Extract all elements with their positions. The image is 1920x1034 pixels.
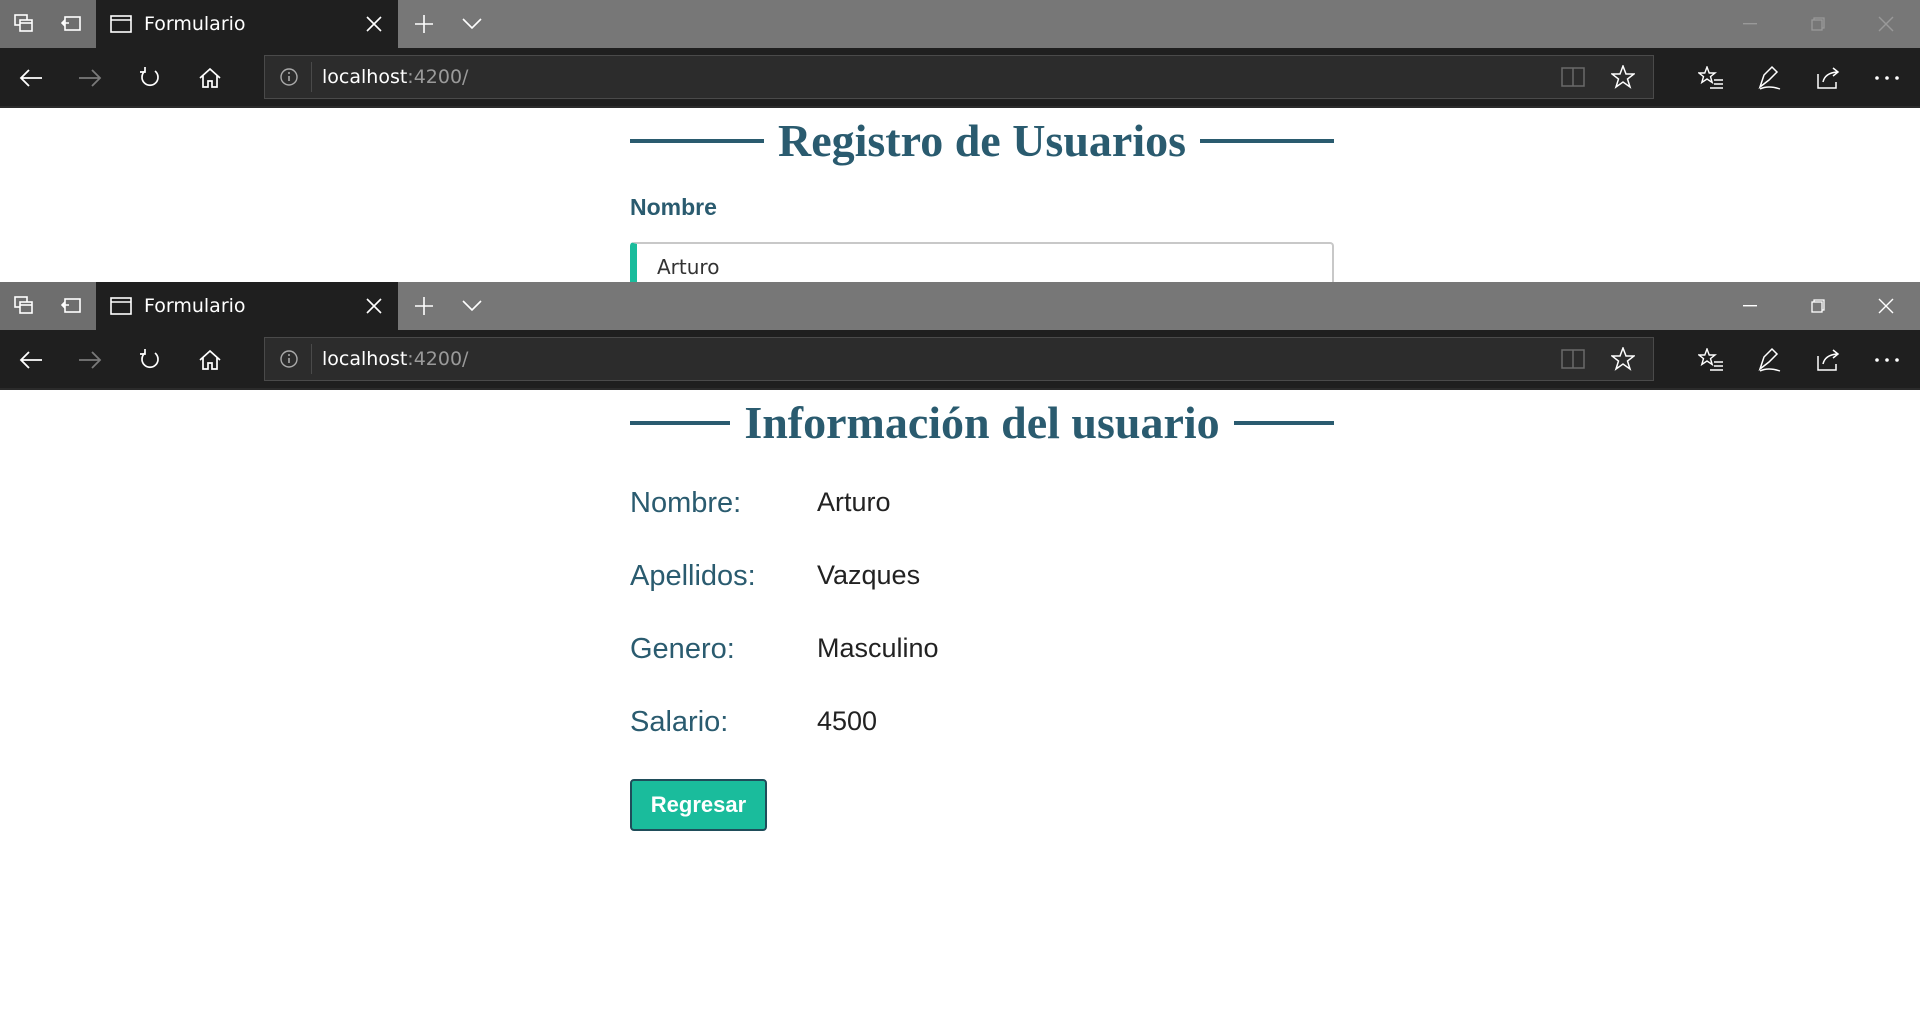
minimize-icon[interactable]: [1716, 0, 1784, 48]
address-separator: [311, 62, 312, 92]
browser-window-bottom: Formulario localhost:4200/ Información d…: [0, 282, 1920, 1034]
favorites-list-icon[interactable]: [1687, 336, 1735, 384]
close-window-icon[interactable]: [1852, 0, 1920, 48]
page-title: Información del usuario: [630, 396, 1334, 449]
page-icon: [110, 295, 132, 317]
title-text: Registro de Usuarios: [777, 115, 1187, 166]
tab-actions-icon[interactable]: [0, 0, 48, 48]
page-title: Registro de Usuarios: [630, 114, 1334, 167]
home-icon[interactable]: [186, 336, 234, 384]
share-icon[interactable]: [1804, 54, 1852, 102]
url-text: localhost:4200/: [322, 66, 469, 88]
back-arrow-icon[interactable]: [7, 336, 55, 384]
title-rule-left: [630, 138, 764, 143]
chevron-down-icon[interactable]: [448, 0, 496, 48]
forward-arrow-icon[interactable]: [66, 336, 114, 384]
nombre-label: Nombre:: [630, 487, 742, 519]
favorites-list-icon[interactable]: [1687, 54, 1735, 102]
star-icon[interactable]: [1609, 345, 1637, 376]
tab-formulario[interactable]: Formulario: [96, 282, 398, 330]
more-icon[interactable]: [1863, 54, 1911, 102]
genero-value: Masculino: [817, 633, 939, 663]
back-arrow-icon[interactable]: [7, 54, 55, 102]
chevron-down-icon[interactable]: [448, 282, 496, 330]
reading-view-icon[interactable]: [1561, 66, 1585, 93]
address-separator: [311, 344, 312, 374]
navigation-bar: localhost:4200/: [0, 330, 1920, 390]
tab-bar: Formulario: [0, 282, 1920, 330]
tab-title: Formulario: [144, 295, 246, 317]
refresh-icon[interactable]: [126, 54, 174, 102]
genero-label: Genero:: [630, 633, 735, 665]
maximize-icon[interactable]: [1784, 0, 1852, 48]
info-icon[interactable]: [279, 67, 299, 87]
regresar-button[interactable]: Regresar: [630, 779, 767, 831]
minimize-icon[interactable]: [1716, 282, 1784, 330]
title-rule-right: [1233, 420, 1334, 425]
close-window-icon[interactable]: [1852, 282, 1920, 330]
nombre-input[interactable]: Arturo: [630, 242, 1334, 282]
close-icon[interactable]: [354, 0, 394, 48]
address-bar[interactable]: localhost:4200/: [264, 55, 1654, 99]
pen-icon[interactable]: [1745, 336, 1793, 384]
page-icon: [110, 13, 132, 35]
tab-bar: Formulario: [0, 0, 1920, 48]
apellidos-label: Apellidos:: [630, 560, 756, 592]
nombre-label: Nombre: [630, 194, 717, 220]
set-aside-tabs-icon[interactable]: [48, 282, 96, 330]
salario-value: 4500: [817, 706, 878, 736]
reading-view-icon[interactable]: [1561, 348, 1585, 375]
share-icon[interactable]: [1804, 336, 1852, 384]
pen-icon[interactable]: [1745, 54, 1793, 102]
title-rule-right: [1200, 138, 1334, 143]
nombre-value: Arturo: [817, 487, 891, 517]
star-icon[interactable]: [1609, 63, 1637, 94]
set-aside-tabs-icon[interactable]: [48, 0, 96, 48]
navigation-bar: localhost:4200/: [0, 48, 1920, 108]
title-rule-left: [630, 420, 731, 425]
salario-label: Salario:: [630, 706, 729, 738]
info-icon[interactable]: [279, 349, 299, 369]
tab-actions-icon[interactable]: [0, 282, 48, 330]
refresh-icon[interactable]: [126, 336, 174, 384]
title-text: Información del usuario: [744, 397, 1220, 448]
plus-icon[interactable]: [400, 0, 448, 48]
apellidos-value: Vazques: [817, 560, 921, 590]
tab-title: Formulario: [144, 13, 246, 35]
address-bar[interactable]: localhost:4200/: [264, 337, 1654, 381]
more-icon[interactable]: [1863, 336, 1911, 384]
browser-window-top: Formulario localhost:4200/ Registro de U…: [0, 0, 1920, 282]
forward-arrow-icon[interactable]: [66, 54, 114, 102]
close-icon[interactable]: [354, 282, 394, 330]
tab-formulario[interactable]: Formulario: [96, 0, 398, 48]
plus-icon[interactable]: [400, 282, 448, 330]
maximize-icon[interactable]: [1784, 282, 1852, 330]
url-text: localhost:4200/: [322, 348, 469, 370]
home-icon[interactable]: [186, 54, 234, 102]
